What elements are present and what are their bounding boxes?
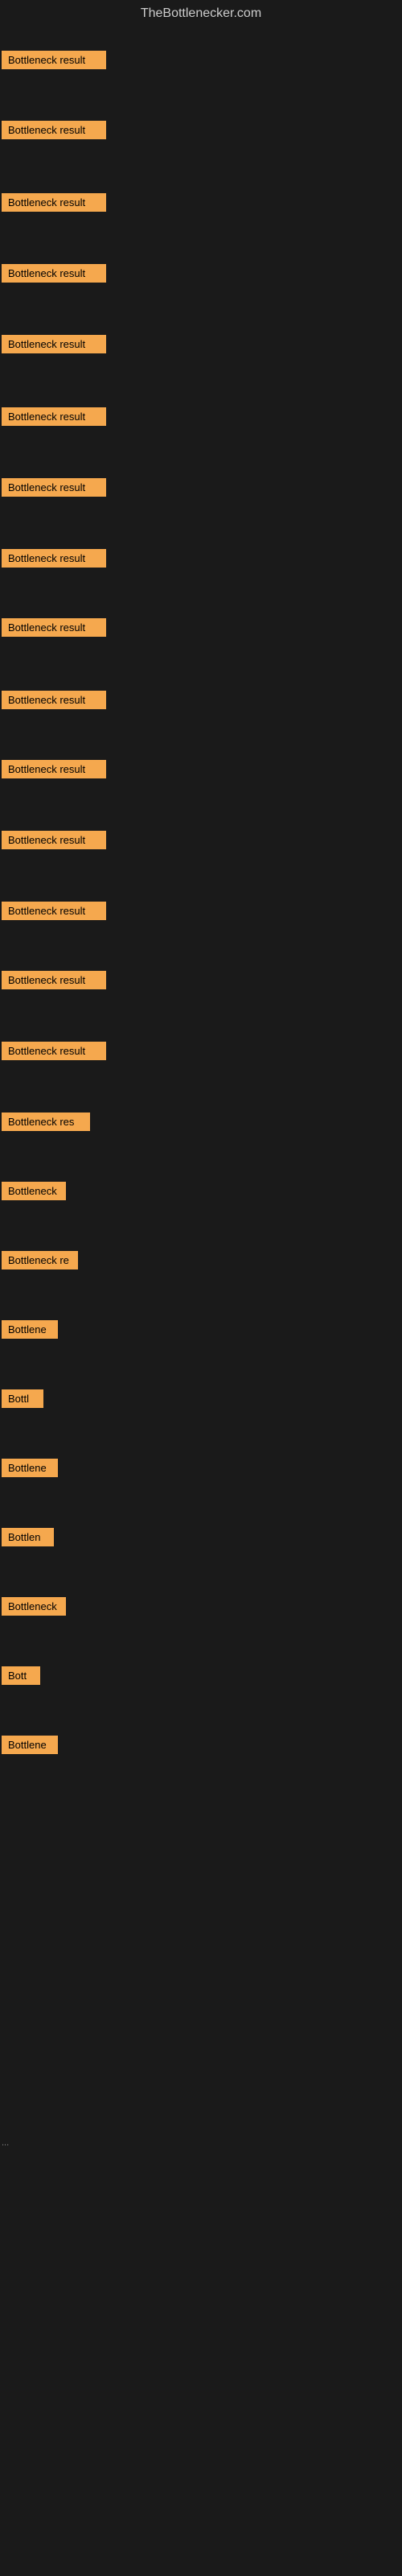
ellipsis-indicator: ... <box>2 2138 9 2148</box>
bottleneck-row-25[interactable]: Bottlene <box>2 1736 58 1758</box>
bottleneck-badge-11[interactable]: Bottleneck result <box>2 760 106 778</box>
bottleneck-badge-8[interactable]: Bottleneck result <box>2 549 106 568</box>
site-header: TheBottlenecker.com <box>0 0 402 27</box>
bottleneck-badge-16[interactable]: Bottleneck res <box>2 1113 90 1131</box>
bottleneck-row-10[interactable]: Bottleneck result <box>2 691 106 713</box>
bottleneck-row-18[interactable]: Bottleneck re <box>2 1251 78 1274</box>
bottleneck-row-24[interactable]: Bott <box>2 1666 40 1689</box>
site-title: TheBottlenecker.com <box>0 0 402 27</box>
bottleneck-row-13[interactable]: Bottleneck result <box>2 902 106 924</box>
bottleneck-badge-22[interactable]: Bottlen <box>2 1528 54 1546</box>
bottleneck-row-3[interactable]: Bottleneck result <box>2 193 106 216</box>
bottleneck-row-23[interactable]: Bottleneck <box>2 1597 66 1620</box>
bottleneck-badge-14[interactable]: Bottleneck result <box>2 971 106 989</box>
bottleneck-row-9[interactable]: Bottleneck result <box>2 618 106 641</box>
bottleneck-row-4[interactable]: Bottleneck result <box>2 264 106 287</box>
bottleneck-badge-15[interactable]: Bottleneck result <box>2 1042 106 1060</box>
bottleneck-badge-6[interactable]: Bottleneck result <box>2 407 106 426</box>
bottleneck-badge-18[interactable]: Bottleneck re <box>2 1251 78 1269</box>
bottleneck-row-14[interactable]: Bottleneck result <box>2 971 106 993</box>
bottleneck-row-5[interactable]: Bottleneck result <box>2 335 106 357</box>
bottleneck-badge-4[interactable]: Bottleneck result <box>2 264 106 283</box>
bottleneck-badge-25[interactable]: Bottlene <box>2 1736 58 1754</box>
bottleneck-badge-20[interactable]: Bottl <box>2 1389 43 1408</box>
bottleneck-badge-7[interactable]: Bottleneck result <box>2 478 106 497</box>
bottleneck-badge-23[interactable]: Bottleneck <box>2 1597 66 1616</box>
bottleneck-badge-2[interactable]: Bottleneck result <box>2 121 106 139</box>
bottleneck-row-2[interactable]: Bottleneck result <box>2 121 106 143</box>
bottleneck-row-7[interactable]: Bottleneck result <box>2 478 106 501</box>
bottleneck-row-6[interactable]: Bottleneck result <box>2 407 106 430</box>
bottleneck-badge-9[interactable]: Bottleneck result <box>2 618 106 637</box>
bottleneck-row-12[interactable]: Bottleneck result <box>2 831 106 853</box>
bottleneck-row-11[interactable]: Bottleneck result <box>2 760 106 782</box>
bottleneck-row-15[interactable]: Bottleneck result <box>2 1042 106 1064</box>
bottleneck-row-21[interactable]: Bottlene <box>2 1459 58 1481</box>
bottleneck-row-22[interactable]: Bottlen <box>2 1528 54 1550</box>
bottleneck-badge-1[interactable]: Bottleneck result <box>2 51 106 69</box>
bottleneck-badge-17[interactable]: Bottleneck <box>2 1182 66 1200</box>
bottleneck-badge-21[interactable]: Bottlene <box>2 1459 58 1477</box>
bottleneck-badge-19[interactable]: Bottlene <box>2 1320 58 1339</box>
bottleneck-badge-12[interactable]: Bottleneck result <box>2 831 106 849</box>
bottleneck-row-1[interactable]: Bottleneck result <box>2 51 106 73</box>
bottleneck-badge-3[interactable]: Bottleneck result <box>2 193 106 212</box>
bottleneck-row-20[interactable]: Bottl <box>2 1389 43 1412</box>
bottleneck-row-16[interactable]: Bottleneck res <box>2 1113 90 1135</box>
bottleneck-badge-5[interactable]: Bottleneck result <box>2 335 106 353</box>
bottleneck-row-17[interactable]: Bottleneck <box>2 1182 66 1204</box>
bottleneck-row-8[interactable]: Bottleneck result <box>2 549 106 572</box>
bottleneck-badge-13[interactable]: Bottleneck result <box>2 902 106 920</box>
bottleneck-badge-24[interactable]: Bott <box>2 1666 40 1685</box>
bottleneck-row-19[interactable]: Bottlene <box>2 1320 58 1343</box>
bottleneck-badge-10[interactable]: Bottleneck result <box>2 691 106 709</box>
